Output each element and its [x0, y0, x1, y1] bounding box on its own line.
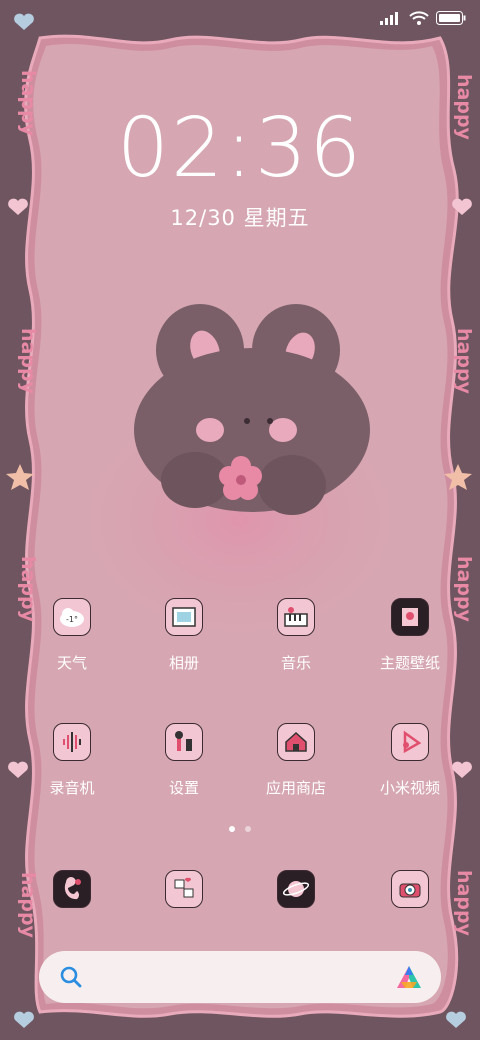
dock-messages[interactable] — [134, 870, 234, 908]
app-music[interactable]: 音乐 — [246, 598, 346, 673]
messages-icon — [165, 870, 203, 908]
page-indicator — [0, 826, 480, 832]
app-settings[interactable]: 设置 — [134, 723, 234, 798]
app-recorder[interactable]: 录音机 — [22, 723, 122, 798]
app-video[interactable]: 小米视频 — [360, 723, 460, 798]
search-bar[interactable] — [39, 951, 441, 1003]
dock-camera[interactable] — [360, 870, 460, 908]
app-themes[interactable]: 主题壁纸 — [360, 598, 460, 673]
app-store[interactable]: 应用商店 — [246, 723, 346, 798]
video-icon — [391, 723, 429, 761]
music-icon — [277, 598, 315, 636]
app-label: 小米视频 — [379, 779, 440, 797]
assistant-logo-icon[interactable] — [395, 964, 423, 990]
app-store-icon — [277, 723, 315, 761]
settings-icon — [165, 723, 203, 761]
app-label: 天气 — [56, 654, 87, 672]
phone-icon — [53, 870, 91, 908]
app-label: 录音机 — [49, 779, 95, 797]
recorder-icon — [53, 723, 91, 761]
browser-icon — [277, 870, 315, 908]
dock-phone[interactable] — [22, 870, 122, 908]
themes-icon — [391, 598, 429, 636]
app-weather[interactable]: -1° 天气 — [22, 598, 122, 673]
gallery-icon — [165, 598, 203, 636]
search-icon[interactable] — [59, 965, 83, 989]
dock-browser[interactable] — [246, 870, 346, 908]
page-dot-active[interactable] — [229, 826, 235, 832]
status-bar — [0, 8, 480, 34]
camera-icon — [391, 870, 429, 908]
page-dot[interactable] — [245, 826, 251, 832]
wifi-icon — [409, 11, 429, 25]
app-label: 主题壁纸 — [379, 654, 440, 672]
app-label: 应用商店 — [265, 779, 326, 797]
svg-text:-1°: -1° — [66, 615, 78, 624]
signal-bars-icon — [380, 12, 398, 25]
app-label: 音乐 — [280, 654, 311, 672]
lock-clock: 02:36 — [116, 101, 364, 196]
app-label: 相册 — [168, 654, 199, 672]
app-gallery[interactable]: 相册 — [134, 598, 234, 673]
battery-icon — [436, 11, 466, 25]
side-text-right-2: happy — [453, 328, 475, 395]
side-text-left-2: happy — [17, 328, 39, 395]
app-label: 设置 — [168, 779, 199, 797]
weather-icon: -1° — [53, 598, 91, 636]
lock-date: 12/30 星期五 — [170, 206, 310, 230]
